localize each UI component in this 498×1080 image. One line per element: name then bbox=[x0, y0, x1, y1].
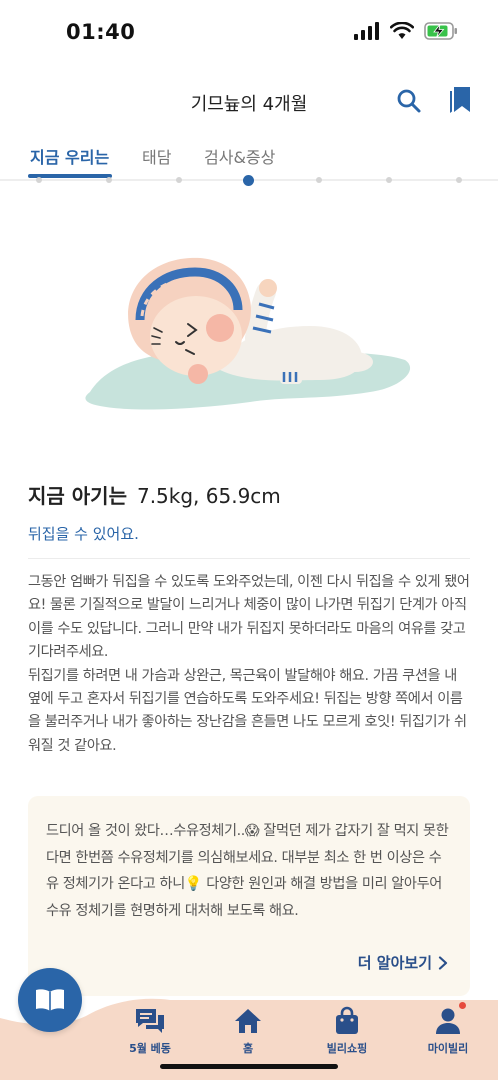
nav-shopping[interactable]: 빌리쇼핑 bbox=[307, 1006, 387, 1056]
baby-description: 그동안 엄빠가 뒤집을 수 있도록 도와주었는데, 이젠 다시 뒤집을 수 있게… bbox=[28, 571, 470, 758]
tip-card-text: 드디어 올 것이 왔다…수유정체기..😱 잘먹던 제가 갑자기 잘 먹지 못한다… bbox=[46, 823, 449, 919]
chevron-right-icon bbox=[438, 955, 448, 970]
month-timeline[interactable] bbox=[0, 175, 498, 187]
tab-prenatal-talk[interactable]: 태담 bbox=[142, 144, 171, 168]
status-bar: 01:40 bbox=[0, 0, 498, 68]
page-title: 기므늎의 4개월 bbox=[190, 94, 308, 115]
divider bbox=[28, 558, 470, 559]
tab-tests-symptoms[interactable]: 검사&증상 bbox=[204, 144, 275, 168]
status-icons bbox=[354, 22, 458, 40]
header: 기므늎의 4개월 bbox=[0, 80, 498, 126]
timeline-dot[interactable] bbox=[176, 177, 182, 183]
nav-label: 마이빌리 bbox=[427, 1042, 469, 1055]
baby-heading: 지금 아기는 7.5kg, 65.9cm bbox=[28, 480, 470, 509]
tab-bar: 지금 우리는 태담 검사&증상 bbox=[0, 140, 498, 180]
chat-icon bbox=[136, 1009, 164, 1033]
baby-heading-label: 지금 아기는 bbox=[28, 484, 127, 508]
book-fab-button[interactable] bbox=[18, 968, 82, 1032]
description-paragraph: 뒤집기를 하려면 내 가슴과 상완근, 목근육이 발달해야 해요. 가끔 쿠션을… bbox=[28, 667, 467, 754]
timeline-dot[interactable] bbox=[106, 177, 112, 183]
nav-may-community[interactable]: 5월 베동 bbox=[110, 1006, 190, 1056]
nav-home[interactable]: 홈 bbox=[208, 1006, 288, 1056]
bookmark-icon[interactable] bbox=[448, 86, 472, 114]
nav-my-page[interactable]: 마이빌리 bbox=[408, 1002, 488, 1056]
learn-more-link[interactable]: 더 알아보기 bbox=[358, 952, 448, 973]
timeline-dot[interactable] bbox=[316, 177, 322, 183]
nav-label: 홈 bbox=[242, 1042, 254, 1055]
learn-more-label: 더 알아보기 bbox=[357, 954, 432, 972]
timeline-dot-current[interactable] bbox=[243, 175, 254, 186]
tip-card[interactable]: 드디어 올 것이 왔다…수유정체기..😱 잘먹던 제가 갑자기 잘 먹지 못한다… bbox=[28, 796, 470, 996]
baby-info-section: 지금 아기는 7.5kg, 65.9cm 뒤집을 수 있어요. 그동안 엄빠가 뒤… bbox=[28, 480, 470, 758]
open-book-icon bbox=[36, 989, 64, 1011]
battery-charging-icon bbox=[424, 22, 457, 40]
timeline-dot[interactable] bbox=[36, 177, 42, 183]
nav-label: 5월 베동 bbox=[129, 1042, 171, 1055]
status-time: 01:40 bbox=[66, 20, 136, 44]
baby-milestone: 뒤집을 수 있어요. bbox=[28, 525, 139, 543]
shopping-bag-icon bbox=[336, 1006, 358, 1034]
home-indicator bbox=[160, 1064, 338, 1069]
notification-badge bbox=[459, 1002, 466, 1009]
description-paragraph: 그동안 엄빠가 뒤집을 수 있도록 도와주었는데, 이젠 다시 뒤집을 수 있게… bbox=[28, 574, 470, 661]
tab-now[interactable]: 지금 우리는 bbox=[30, 144, 109, 168]
wifi-icon bbox=[390, 22, 414, 39]
nav-label: 빌리쇼핑 bbox=[326, 1042, 368, 1055]
search-icon[interactable] bbox=[396, 88, 422, 114]
baby-stats: 7.5kg, 65.9cm bbox=[136, 484, 281, 508]
signal-icon bbox=[354, 22, 379, 40]
person-icon bbox=[436, 1008, 460, 1034]
timeline-dot[interactable] bbox=[456, 177, 462, 183]
baby-illustration bbox=[85, 257, 411, 410]
timeline-dot[interactable] bbox=[386, 177, 392, 183]
home-icon bbox=[235, 1009, 261, 1033]
